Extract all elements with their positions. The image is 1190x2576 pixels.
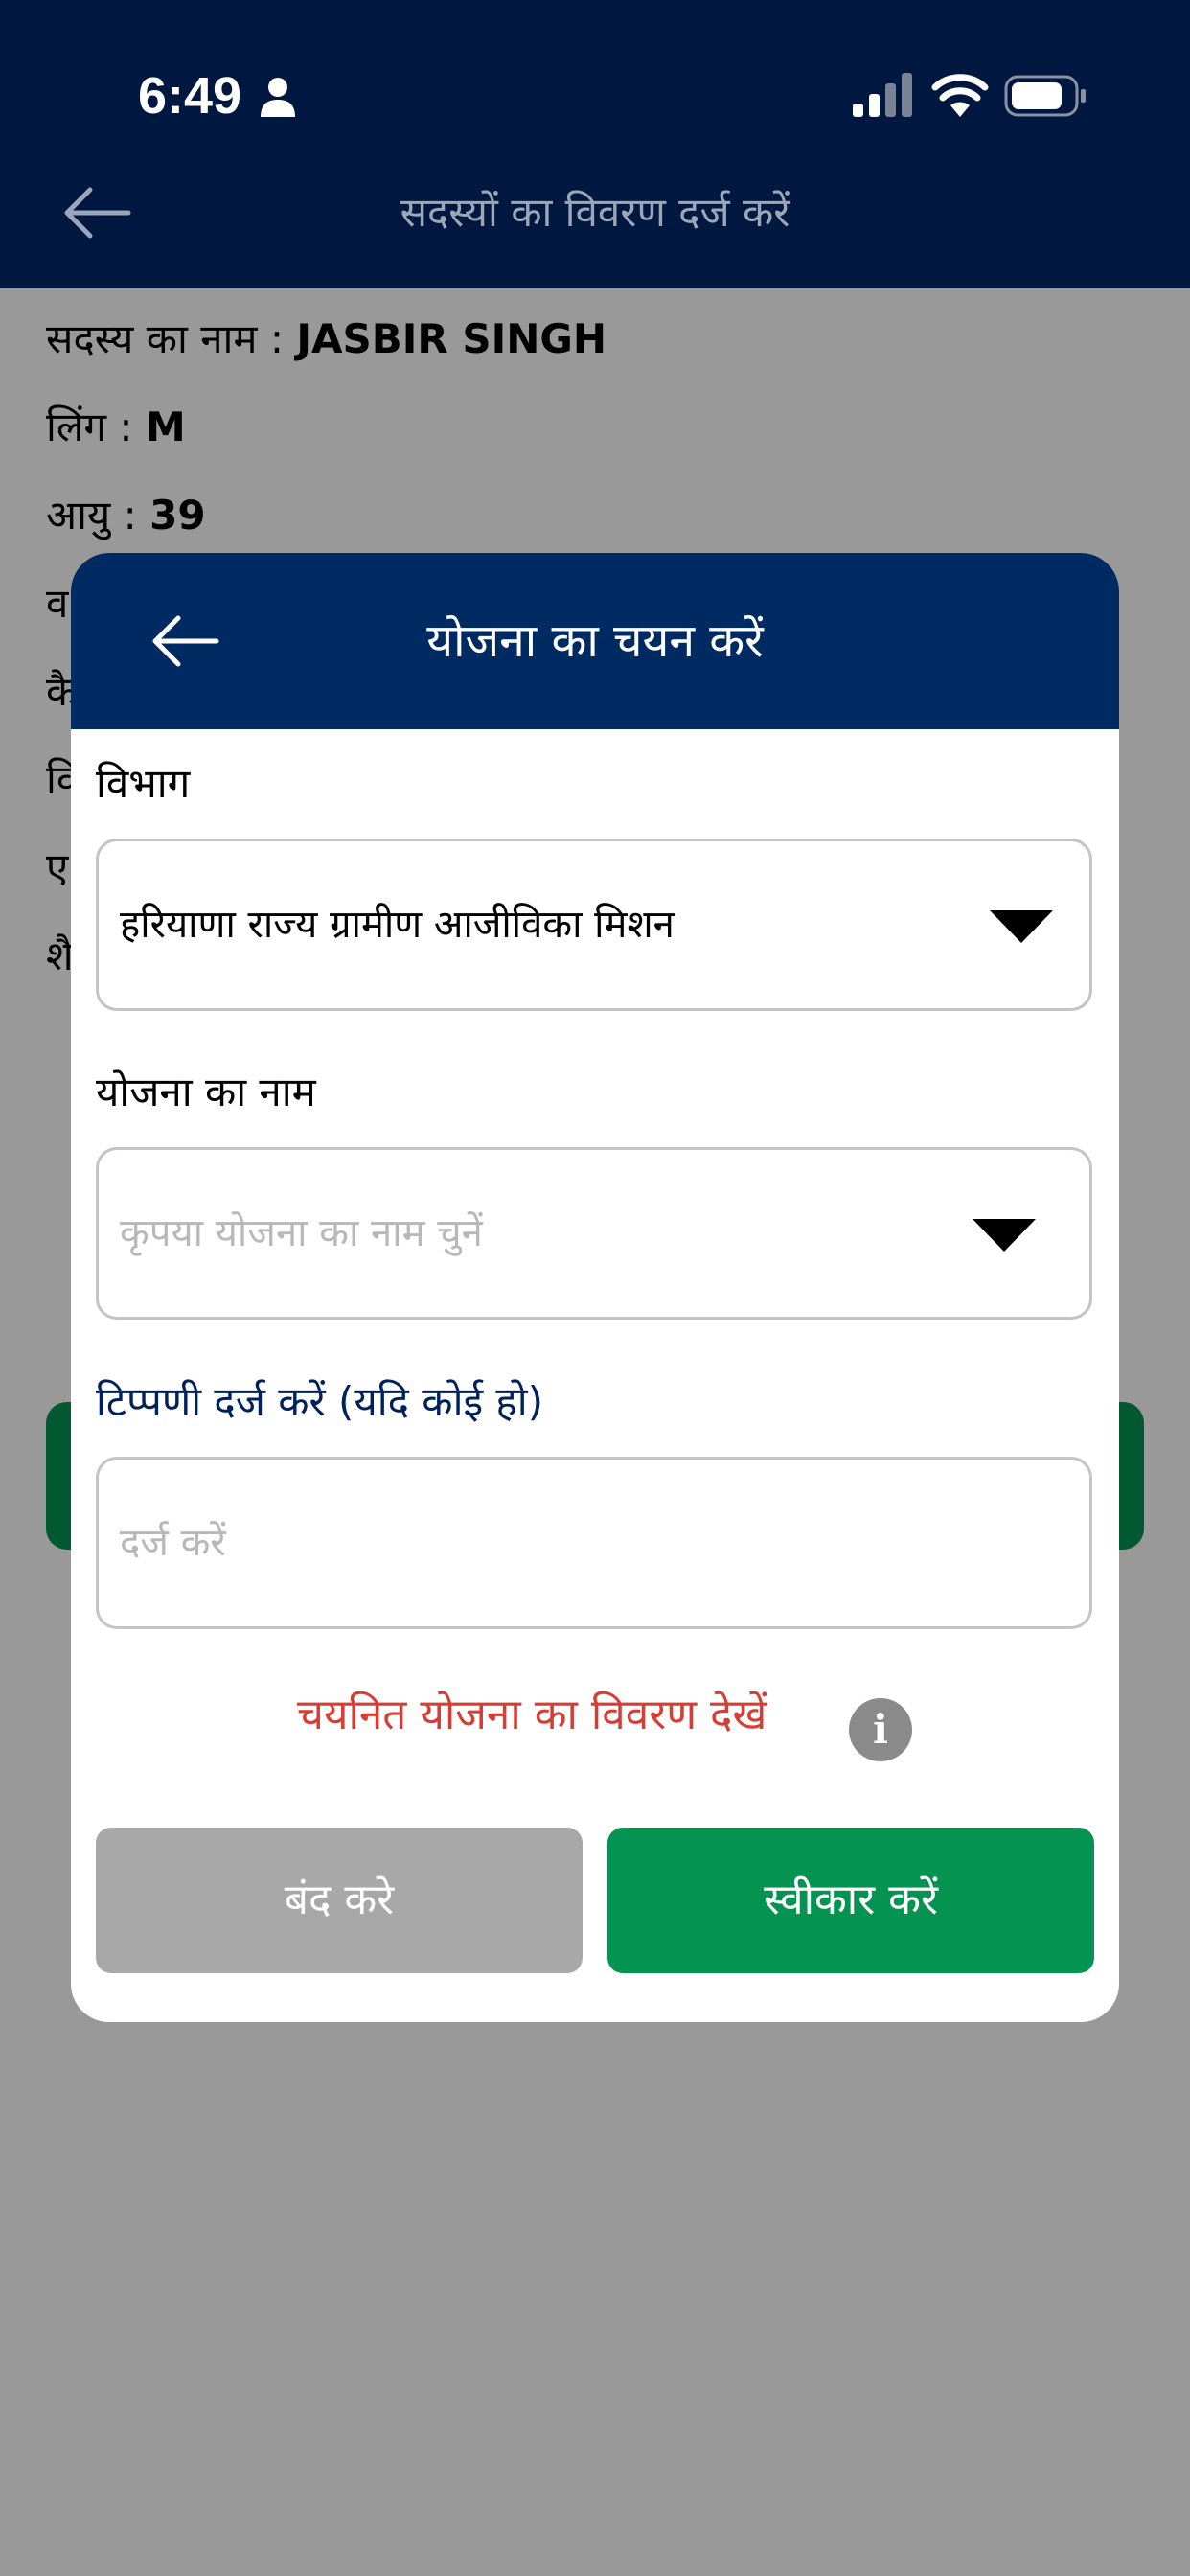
modal-title: योजना का चयन करें xyxy=(426,614,764,668)
chevron-down-icon xyxy=(973,1219,1036,1252)
department-select-value: हरियाणा राज्य ग्रामीण आजीविका मिशन xyxy=(120,903,675,947)
modal-header: योजना का चयन करें xyxy=(71,553,1119,729)
back-arrow-icon[interactable] xyxy=(59,182,136,243)
accept-button[interactable]: स्वीकार करें xyxy=(607,1828,1094,1973)
close-button[interactable]: बंद करे xyxy=(96,1828,583,1973)
battery-icon xyxy=(1004,75,1086,117)
app-header: 6:49 सदस्यों का विवरण दर्ज करें xyxy=(0,0,1190,288)
back-arrow-icon[interactable] xyxy=(149,610,222,672)
status-time: 6:49 xyxy=(138,67,242,125)
remark-input[interactable]: दर्ज करें xyxy=(96,1457,1092,1629)
person-icon xyxy=(261,78,295,117)
view-scheme-details-link[interactable]: चयनित योजना का विवरण देखें xyxy=(297,1682,767,1749)
wifi-icon xyxy=(931,74,989,117)
remark-placeholder: दर्ज करें xyxy=(120,1521,226,1565)
info-icon[interactable]: i xyxy=(849,1698,912,1761)
department-label: विभाग xyxy=(96,760,191,807)
scheme-name-placeholder: कृपया योजना का नाम चुनें xyxy=(120,1211,483,1255)
remark-label: टिप्पणी दर्ज करें (यदि कोई हो) xyxy=(96,1378,543,1425)
scheme-name-label: योजना का नाम xyxy=(96,1069,316,1116)
signal-icon xyxy=(853,73,912,117)
department-select[interactable]: हरियाणा राज्य ग्रामीण आजीविका मिशन xyxy=(96,839,1092,1011)
page-title: सदस्यों का विवरण दर्ज करें xyxy=(400,189,790,236)
chevron-down-icon xyxy=(990,910,1053,943)
scheme-selection-modal: योजना का चयन करें विभाग हरियाणा राज्य ग्… xyxy=(71,553,1119,2022)
scheme-name-select[interactable]: कृपया योजना का नाम चुनें xyxy=(96,1147,1092,1320)
